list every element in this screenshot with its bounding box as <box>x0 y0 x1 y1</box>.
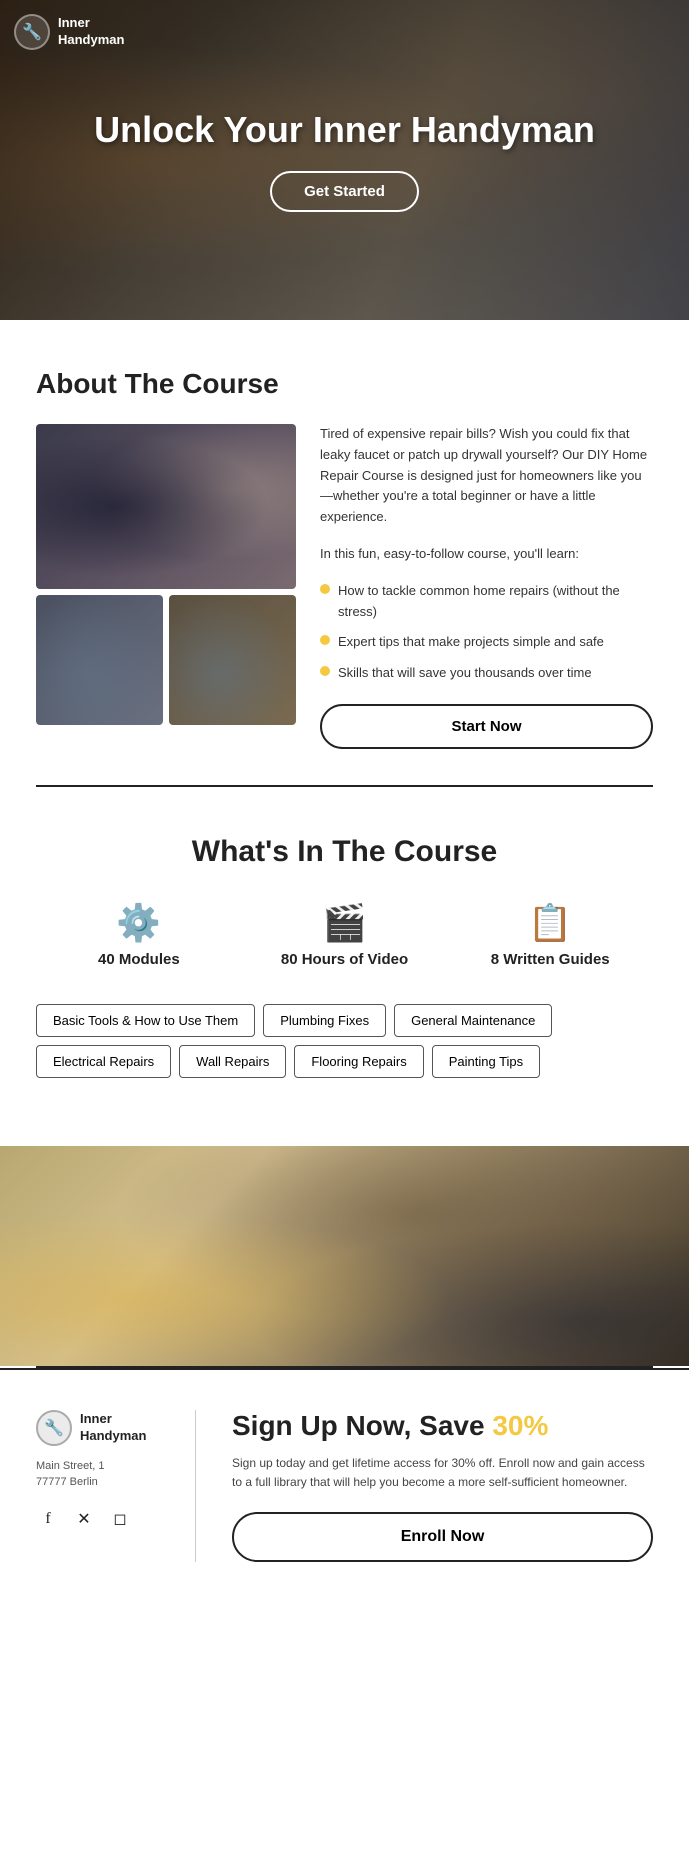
video-label: 80 Hours of Video <box>281 951 408 968</box>
social-row: f ✕ ◻ <box>36 1507 171 1531</box>
about-bullets: How to tackle common home repairs (witho… <box>320 581 653 684</box>
bullet-dot-2 <box>320 635 330 645</box>
footer-brand: Inner Handyman <box>80 1411 146 1445</box>
tag-painting[interactable]: Painting Tips <box>432 1045 540 1078</box>
stats-row: ⚙️ 40 Modules 🎬 80 Hours of Video 📋 8 Wr… <box>36 905 653 968</box>
nav-brand: Inner Handyman <box>58 15 124 49</box>
get-started-button[interactable]: Get Started <box>270 171 419 212</box>
about-image-top <box>36 424 296 589</box>
instagram-icon[interactable]: ◻ <box>108 1507 132 1531</box>
about-images <box>36 424 296 749</box>
hero-section: 🔧 Inner Handyman Unlock Your Inner Handy… <box>0 0 689 320</box>
about-image-bottom-left <box>36 595 163 725</box>
tag-basic-tools[interactable]: Basic Tools & How to Use Them <box>36 1004 255 1037</box>
twitter-x-icon[interactable]: ✕ <box>72 1507 96 1531</box>
footer-description: Sign up today and get lifetime access fo… <box>232 1454 653 1492</box>
tag-wall-repairs[interactable]: Wall Repairs <box>179 1045 286 1078</box>
topics-grid: Basic Tools & How to Use Them Plumbing F… <box>36 1004 653 1078</box>
footer-left: 🔧 Inner Handyman Main Street, 1 77777 Be… <box>36 1410 196 1562</box>
tag-plumbing[interactable]: Plumbing Fixes <box>263 1004 386 1037</box>
hero-content: Unlock Your Inner Handyman Get Started <box>54 109 635 212</box>
about-heading: About The Course <box>36 368 653 400</box>
about-paragraph-2: In this fun, easy-to-follow course, you'… <box>320 544 653 565</box>
bullet-item-2: Expert tips that make projects simple an… <box>320 632 653 653</box>
footer-heading: Sign Up Now, Save 30% <box>232 1410 653 1442</box>
guides-label: 8 Written Guides <box>491 951 610 968</box>
footer-address: Main Street, 1 77777 Berlin <box>36 1458 171 1491</box>
bullet-item-1: How to tackle common home repairs (witho… <box>320 581 653 623</box>
tag-electrical[interactable]: Electrical Repairs <box>36 1045 171 1078</box>
enroll-now-button[interactable]: Enroll Now <box>232 1512 653 1562</box>
modules-label: 40 Modules <box>98 951 180 968</box>
tag-flooring[interactable]: Flooring Repairs <box>294 1045 423 1078</box>
stat-item-modules: ⚙️ 40 Modules <box>36 905 242 968</box>
guides-icon: 📋 <box>528 905 573 941</box>
video-icon: 🎬 <box>322 905 367 941</box>
bullet-dot-1 <box>320 584 330 594</box>
hero-heading: Unlock Your Inner Handyman <box>94 109 595 151</box>
about-text: Tired of expensive repair bills? Wish yo… <box>320 424 653 749</box>
footer-section: 🔧 Inner Handyman Main Street, 1 77777 Be… <box>0 1368 689 1602</box>
facebook-icon[interactable]: f <box>36 1507 60 1531</box>
footer-right: Sign Up Now, Save 30% Sign up today and … <box>232 1410 653 1562</box>
bottom-image <box>0 1146 689 1366</box>
about-images-bottom <box>36 595 296 725</box>
course-section: What's In The Course ⚙️ 40 Modules 🎬 80 … <box>0 787 689 1146</box>
about-section: About The Course Tired of expensive repa… <box>0 320 689 785</box>
modules-icon: ⚙️ <box>116 905 161 941</box>
navbar: 🔧 Inner Handyman <box>14 14 124 50</box>
tag-general-maintenance[interactable]: General Maintenance <box>394 1004 552 1037</box>
bullet-dot-3 <box>320 666 330 676</box>
bullet-item-3: Skills that will save you thousands over… <box>320 663 653 684</box>
footer-logo: 🔧 Inner Handyman <box>36 1410 171 1446</box>
course-heading: What's In The Course <box>36 835 653 869</box>
start-now-button[interactable]: Start Now <box>320 704 653 749</box>
nav-logo-icon: 🔧 <box>14 14 50 50</box>
stat-item-guides: 📋 8 Written Guides <box>447 905 653 968</box>
stat-item-video: 🎬 80 Hours of Video <box>242 905 448 968</box>
about-image-bottom-right <box>169 595 296 725</box>
about-paragraph-1: Tired of expensive repair bills? Wish yo… <box>320 424 653 528</box>
about-inner: Tired of expensive repair bills? Wish yo… <box>36 424 653 749</box>
footer-logo-icon: 🔧 <box>36 1410 72 1446</box>
